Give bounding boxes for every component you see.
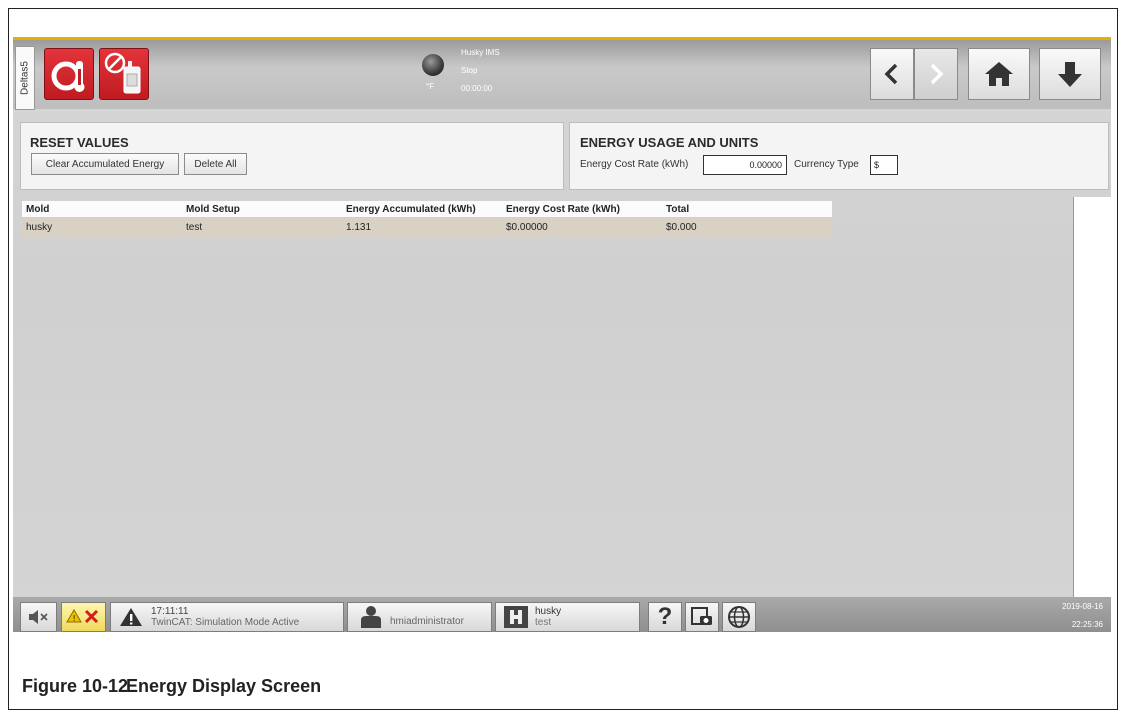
mold-cell: husky: [26, 222, 53, 233]
machine-state: Stop: [461, 66, 478, 75]
active-alarm-button[interactable]: 17:11:11 TwinCAT: Simulation Mode Active: [110, 602, 344, 632]
screenshot-icon: [691, 607, 712, 625]
column-header[interactable]: Energy Cost Rate (kWh): [502, 201, 662, 217]
mute-button[interactable]: [20, 602, 57, 632]
svg-text:!: !: [73, 614, 75, 623]
mold-setup-button[interactable]: husky test: [495, 602, 640, 632]
energy-table: Mold Mold Setup Energy Accumulated (kWh)…: [22, 201, 832, 237]
controller-off-button[interactable]: [99, 48, 149, 100]
home-button[interactable]: [968, 48, 1030, 100]
user-name: hmiadministrator: [390, 615, 464, 627]
reset-values-title: RESET VALUES: [30, 135, 129, 150]
column-header[interactable]: Total: [662, 201, 832, 217]
warning-icon: [120, 608, 142, 626]
chevron-left-icon: [884, 63, 898, 85]
screenshot-button[interactable]: [685, 602, 719, 632]
currency-type-input[interactable]: $: [870, 155, 898, 175]
delete-all-button[interactable]: Delete All: [184, 153, 247, 175]
arrow-down-icon: [1058, 62, 1082, 87]
machine-status-indicator: [422, 54, 444, 76]
chevron-right-icon: [930, 63, 944, 85]
column-header[interactable]: Mold Setup: [182, 201, 342, 217]
column-header[interactable]: Mold: [22, 201, 182, 217]
warning-clear-icon: !: [65, 609, 98, 624]
energy-usage-title: ENERGY USAGE AND UNITS: [580, 135, 759, 150]
alarm-reset-button[interactable]: !: [61, 602, 106, 632]
table-row[interactable]: husky test 1.131 $0.00000 $0.000: [22, 218, 832, 237]
speaker-muted-icon: [28, 610, 48, 624]
table-header: Mold Mold Setup Energy Accumulated (kWh)…: [22, 201, 832, 218]
current-date: 2019-08-16: [1062, 602, 1103, 611]
mold-setup-name: test: [535, 617, 552, 628]
alarm-text: TwinCAT: Simulation Mode Active: [151, 617, 300, 628]
reset-values-panel: RESET VALUES Clear Accumulated Energy De…: [20, 122, 564, 190]
mold-name: husky: [535, 606, 562, 617]
energy-cost-rate-input[interactable]: 0.00000: [703, 155, 787, 175]
system-name: Husky IMS: [461, 48, 500, 57]
currency-type-label: Currency Type: [794, 159, 859, 170]
temperature-unit: °F: [426, 82, 435, 91]
scrollbar[interactable]: [1073, 197, 1111, 599]
side-tab[interactable]: Deltas5: [15, 46, 35, 110]
back-button[interactable]: [870, 48, 914, 100]
bottom-bar: ! 17:11:11 TwinCAT: Simulation Mode Acti…: [13, 597, 1111, 632]
alarm-time: 17:11:11: [151, 606, 189, 617]
thermometer-icon: [51, 61, 85, 92]
forward-button[interactable]: [914, 48, 958, 100]
controller-disabled-icon: [104, 52, 141, 94]
figure-number: Figure 10-12: [22, 676, 129, 696]
home-icon: [985, 62, 1013, 86]
side-tab-label: Deltas5: [19, 61, 31, 95]
top-bar: Deltas5 °F Husky IMS Stop 00:00:00: [13, 37, 1111, 110]
energy-usage-panel: ENERGY USAGE AND UNITS Energy Cost Rate …: [569, 122, 1109, 190]
download-button[interactable]: [1039, 48, 1101, 100]
cycle-time: 00:00:00: [461, 84, 493, 93]
question-mark-icon: ?: [657, 603, 673, 630]
globe-icon: [728, 606, 750, 628]
energy-cost-rate-label: Energy Cost Rate (kWh): [580, 159, 689, 170]
husky-logo-icon: [504, 606, 528, 628]
column-header[interactable]: Energy Accumulated (kWh): [342, 201, 502, 217]
clear-accumulated-energy-button[interactable]: Clear Accumulated Energy: [31, 153, 179, 175]
help-button[interactable]: ?: [648, 602, 682, 632]
user-icon: [361, 606, 381, 628]
energy-cost-rate-cell: $0.00000: [506, 222, 548, 233]
user-button[interactable]: hmiadministrator: [347, 602, 492, 632]
current-time: 22:25:36: [1071, 620, 1103, 629]
energy-accumulated-cell: 1.131: [346, 222, 372, 233]
figure-title: Energy Display Screen: [126, 676, 322, 696]
hmi-screen: Deltas5 °F Husky IMS Stop 00:00:00 RESET…: [13, 37, 1111, 632]
mold-setup-cell: test: [186, 222, 203, 233]
total-cell: $0.000: [666, 222, 697, 233]
figure-caption: Figure 10-12Energy Display Screen: [22, 676, 321, 697]
temperature-mode-button[interactable]: [44, 48, 94, 100]
language-button[interactable]: [722, 602, 756, 632]
